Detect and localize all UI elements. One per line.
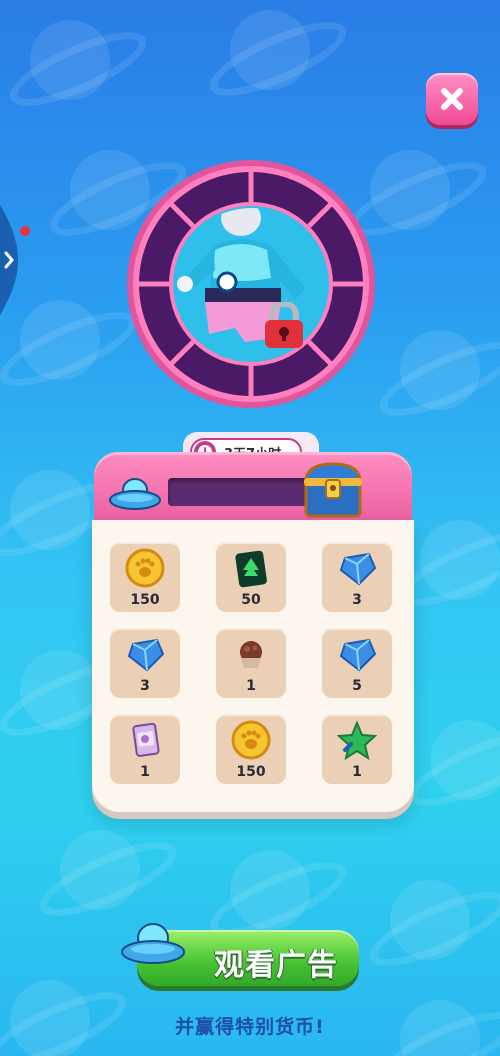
reward-slot: 1 xyxy=(216,628,286,698)
reward-quantity: 1 xyxy=(140,764,150,780)
reward-slot: 150 xyxy=(110,542,180,612)
paw-coin-icon xyxy=(125,548,165,588)
watch-ad-label: 观看广告 xyxy=(214,948,338,983)
sticker-pack-icon xyxy=(132,722,160,757)
reward-slot: 5 xyxy=(322,628,392,698)
close-button[interactable] xyxy=(426,73,478,125)
reward-slot: 3 xyxy=(322,542,392,612)
planet-pattern-icon xyxy=(390,880,470,960)
reward-slot: 50 xyxy=(216,542,286,612)
subtitle-text: 并赢得特别货币! xyxy=(175,1016,325,1038)
planet-pattern-icon xyxy=(10,470,90,550)
reward-quantity: 50 xyxy=(241,592,261,608)
planet-pattern-icon xyxy=(30,20,110,100)
reward-quantity: 1 xyxy=(352,764,362,780)
tree-card-icon xyxy=(235,550,267,588)
reward-quantity: 3 xyxy=(352,592,362,608)
reward-quantity: 1 xyxy=(246,678,256,694)
ufo-icon xyxy=(120,916,186,974)
ufo-icon xyxy=(108,472,162,518)
planet-pattern-icon xyxy=(400,330,480,410)
planet-pattern-icon xyxy=(420,520,500,600)
treasure-chest-icon xyxy=(300,460,366,522)
cupcake-icon xyxy=(240,641,262,668)
reward-slot: 1 xyxy=(110,714,180,784)
planet-pattern-icon xyxy=(230,10,310,90)
reward-quantity: 5 xyxy=(352,678,362,694)
planet-pattern-icon xyxy=(430,720,500,800)
blue-gem-icon xyxy=(339,638,377,672)
planet-pattern-icon xyxy=(20,300,100,380)
reward-quantity: 150 xyxy=(236,764,266,780)
planet-pattern-icon xyxy=(20,650,100,730)
blue-gem-icon xyxy=(127,638,165,672)
side-panel-arrow[interactable] xyxy=(0,205,22,315)
green-star-icon xyxy=(337,720,377,760)
notification-dot xyxy=(20,226,30,236)
reward-quantity: 3 xyxy=(140,678,150,694)
planet-pattern-icon xyxy=(230,850,310,930)
lock-icon xyxy=(265,302,303,348)
planet-pattern-icon xyxy=(60,830,140,910)
paw-coin-icon xyxy=(231,720,271,760)
reward-slot: 1 xyxy=(322,714,392,784)
close-icon xyxy=(441,88,463,110)
blue-gem-icon xyxy=(339,552,377,586)
reward-slot: 150 xyxy=(216,714,286,784)
reward-slot: 3 xyxy=(110,628,180,698)
planet-pattern-icon xyxy=(370,150,450,230)
reward-quantity: 150 xyxy=(130,592,160,608)
